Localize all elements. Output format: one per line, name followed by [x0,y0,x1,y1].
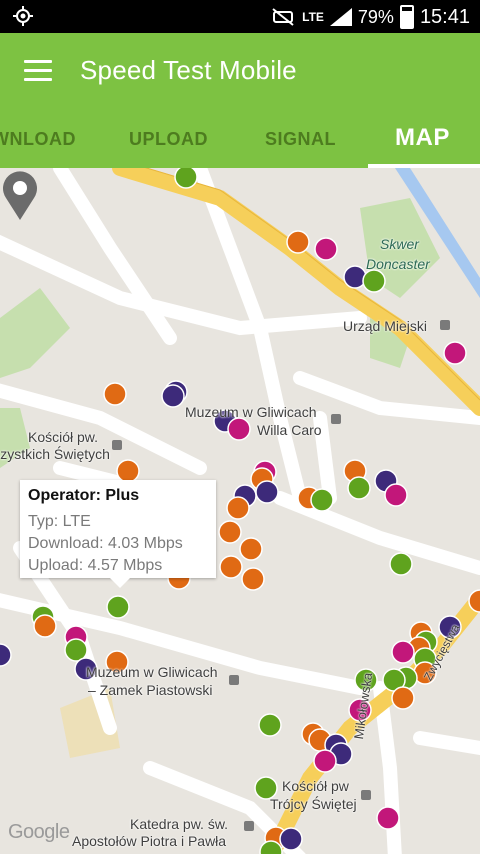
map-label-trojcy: Trójcy Świętej [270,796,357,812]
info-operator: Operator: Plus [28,487,140,504]
info-download: Download: 4.03 Mbps [28,535,183,552]
network-type: LTE [302,10,324,24]
tab-download[interactable]: WNLOAD [0,123,76,168]
mute-icon [272,8,294,26]
map-view[interactable]: Skwer Doncaster Urząd Miejski Muzeum w G… [0,168,480,854]
tab-upload[interactable]: UPLOAD [129,123,208,168]
app-bar: Speed Test Mobile WNLOAD UPLOAD SIGNAL M… [0,33,480,168]
info-type: Typ: LTE [28,513,91,530]
tab-bar: WNLOAD UPLOAD SIGNAL MAP [0,123,480,168]
tab-map[interactable]: MAP [395,123,450,168]
status-bar: LTE 79% 15:41 [0,0,480,33]
map-label-skwer: Skwer [380,236,419,252]
signal-strength-icon [329,8,352,26]
location-pin-icon[interactable] [0,168,40,220]
map-label-doncaster: Doncaster [366,256,430,272]
tab-signal[interactable]: SIGNAL [265,123,336,168]
map-label-kosciol: Kościół pw. [28,429,99,445]
map-label-katedra: Katedra pw. św. [130,816,229,832]
map-label-willa-caro: Willa Caro [257,422,322,438]
map-label-muzeum: Muzeum w Gliwicach [185,404,317,420]
battery-icon [399,5,414,29]
google-attribution: Google [8,821,70,843]
map-label-swietych: Wszystkich Świętych [0,446,110,462]
battery-percent: 79% [357,6,394,27]
map-label-urzad: Urząd Miejski [343,318,428,334]
app-title: Speed Test Mobile [80,55,297,85]
map-label-kosciol-trojcy: Kościół pw [282,778,349,794]
marker-info-window[interactable]: Operator: Plus Typ: LTE Download: 4.03 M… [20,480,216,588]
info-upload: Upload: 4.57 Mbps [28,557,163,574]
clock: 15:41 [419,5,470,28]
menu-icon[interactable] [24,60,52,82]
map-label-zamek: Muzeum w Gliwicach [86,664,218,680]
gps-icon [13,6,33,26]
map-label-apostolow: Apostołów Piotra i Pawła [72,833,227,849]
map-label-zamek-piastowski: – Zamek Piastowski [88,682,213,698]
